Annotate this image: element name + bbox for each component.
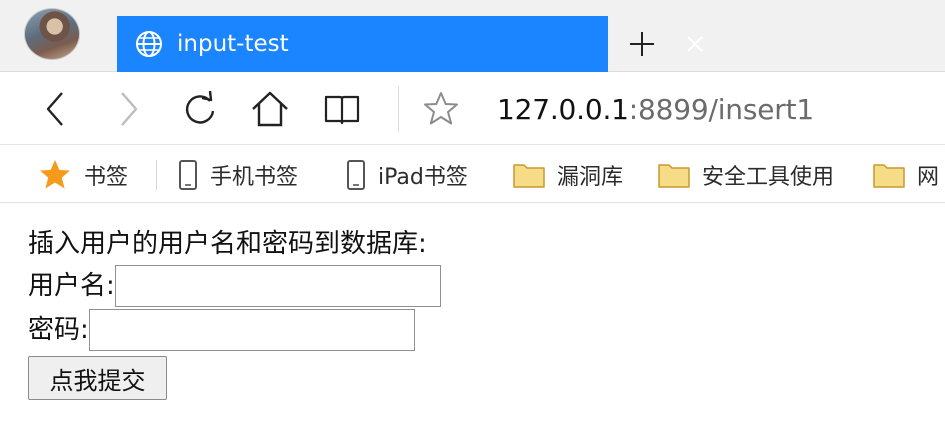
bookmark-label: 手机书签	[210, 164, 299, 190]
address-bar[interactable]: 127.0.0.1:8899/insert1	[497, 93, 814, 127]
url-host: 127.0.0.1	[497, 93, 629, 126]
bookmark-item-ipad[interactable]: iPad书签	[346, 146, 468, 202]
home-icon	[252, 91, 288, 127]
bookmarks-divider	[156, 160, 157, 190]
bookmark-folder-vuln-db[interactable]: 漏洞库	[513, 146, 624, 202]
favorite-button[interactable]	[421, 89, 461, 129]
tab-strip: input-test	[0, 0, 945, 72]
password-row: 密码:	[28, 308, 928, 352]
navigation-bar: 127.0.0.1:8899/insert1	[0, 72, 945, 145]
bookmark-label: 安全工具使用	[702, 164, 835, 190]
close-icon[interactable]	[683, 32, 707, 56]
bookmark-label: 漏洞库	[557, 164, 624, 190]
star-icon	[40, 159, 70, 188]
globe-icon	[136, 31, 162, 57]
new-tab-plus-icon[interactable]	[628, 30, 656, 58]
username-row: 用户名:	[28, 264, 928, 308]
phone-icon	[179, 159, 197, 190]
folder-icon	[658, 163, 690, 188]
bookmarks-bar: 书签 手机书签 iPad书签 漏洞库 安全工具使用 网	[0, 146, 945, 203]
profile-avatar[interactable]	[24, 8, 80, 60]
password-label: 密码:	[28, 315, 89, 345]
tab-active[interactable]: input-test	[117, 16, 703, 72]
toolbar-divider	[398, 86, 399, 132]
folder-icon	[873, 163, 905, 188]
url-path: :8899/insert1	[628, 93, 814, 126]
bookmark-item-bookmarks[interactable]: 书签	[38, 146, 129, 202]
bookmark-folder-security-tools[interactable]: 安全工具使用	[658, 146, 835, 202]
chevron-right-icon	[121, 92, 138, 126]
reader-mode-button[interactable]	[322, 89, 362, 129]
page-heading: 插入用户的用户名和密码到数据库:	[28, 229, 427, 259]
bookmark-folder-web[interactable]: 网	[873, 146, 940, 202]
bookmark-item-mobile[interactable]: 手机书签	[178, 146, 299, 202]
back-button[interactable]	[36, 89, 76, 129]
folder-icon	[513, 163, 545, 188]
chevron-left-icon	[46, 92, 63, 126]
submit-button[interactable]: 点我提交	[28, 356, 167, 400]
tab-title: input-test	[177, 31, 289, 57]
bookmark-label: iPad书签	[378, 164, 468, 190]
book-icon	[324, 95, 360, 125]
forward-button[interactable]	[108, 89, 148, 129]
bookmark-label: 书签	[84, 164, 129, 190]
home-button[interactable]	[250, 89, 290, 129]
username-input[interactable]	[114, 265, 441, 307]
password-input[interactable]	[88, 309, 415, 351]
tablet-icon	[347, 159, 365, 190]
bookmark-label: 网	[917, 164, 940, 190]
reload-icon	[185, 90, 215, 124]
star-outline-icon	[424, 92, 458, 125]
reload-button[interactable]	[180, 89, 220, 129]
page-content: 插入用户的用户名和密码到数据库: 用户名: 密码: 点我提交	[28, 224, 928, 400]
username-label: 用户名:	[28, 271, 115, 301]
